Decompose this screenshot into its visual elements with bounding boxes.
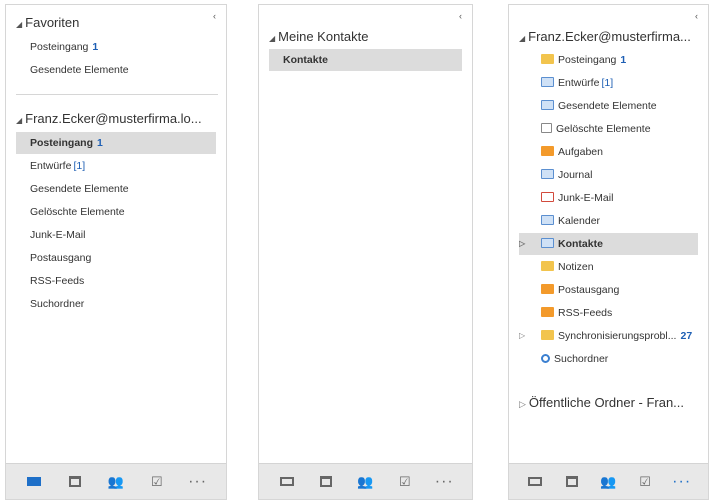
draft-count: [1] bbox=[73, 160, 86, 172]
folder-pane-all-folders: ‹ ◢ Franz.Ecker@musterfirma... Posteingan… bbox=[508, 4, 709, 500]
sent-icon bbox=[541, 100, 554, 110]
module-navigation-bar: 👥 ☑ ··· bbox=[6, 463, 226, 499]
folder-pane-contacts: ‹ ◢ Meine Kontakte Kontakte 👥 ☑ ··· bbox=[258, 4, 473, 500]
drafts-icon bbox=[541, 77, 554, 87]
expand-arrow-icon[interactable]: ▷ bbox=[519, 325, 525, 347]
favorite-item-inbox[interactable]: Posteingang 1 bbox=[16, 36, 216, 58]
public-folders-header[interactable]: ▷ Öffentliche Ordner - Fran... bbox=[519, 395, 684, 410]
folder-item-outbox[interactable]: Postausgang bbox=[16, 247, 216, 269]
junk-icon bbox=[541, 192, 554, 202]
folder-item-search[interactable]: Suchordner bbox=[16, 293, 216, 315]
collapse-triangle-icon[interactable]: ◢ bbox=[519, 34, 525, 43]
unread-count: 1 bbox=[620, 54, 627, 66]
calendar-icon[interactable] bbox=[315, 471, 337, 493]
search-folder-icon bbox=[541, 354, 550, 363]
notes-icon bbox=[541, 261, 554, 271]
unread-count: 1 bbox=[92, 41, 99, 53]
folder-item-drafts[interactable]: Entwürfe [1] bbox=[519, 72, 698, 94]
more-icon[interactable]: ··· bbox=[671, 471, 693, 493]
folder-item-deleted[interactable]: Gelöschte Elemente bbox=[16, 201, 216, 223]
folder-item-inbox[interactable]: Posteingang 1 bbox=[519, 49, 698, 71]
module-navigation-bar: 👥 ☑ ··· bbox=[259, 463, 472, 499]
more-icon[interactable]: ··· bbox=[433, 471, 455, 493]
folder-item-drafts[interactable]: Entwürfe [1] bbox=[16, 155, 216, 177]
favorite-item-sent[interactable]: Gesendete Elemente bbox=[16, 59, 216, 81]
journal-icon bbox=[541, 169, 554, 179]
collapse-triangle-icon[interactable]: ◢ bbox=[16, 116, 22, 125]
expand-arrow-icon[interactable]: ▷ bbox=[519, 233, 525, 255]
expand-arrow-icon[interactable]: ▷ bbox=[519, 399, 526, 409]
collapse-triangle-icon[interactable]: ◢ bbox=[269, 34, 275, 43]
favorites-header[interactable]: ◢ Favoriten bbox=[16, 15, 79, 30]
collapse-pane-icon[interactable]: ‹ bbox=[695, 11, 698, 21]
module-navigation-bar: 👥 ☑ ··· bbox=[509, 463, 708, 499]
draft-count: [1] bbox=[601, 77, 614, 89]
calendar-icon bbox=[541, 215, 554, 225]
folder-pane-mail: ‹ ◢ Favoriten Posteingang 1 Gesendete Elem… bbox=[5, 4, 227, 500]
rss-icon bbox=[541, 307, 554, 317]
tasks-icon[interactable]: ☑ bbox=[146, 471, 168, 493]
folder-item-sent[interactable]: Gesendete Elemente bbox=[16, 178, 216, 200]
folder-icon bbox=[541, 330, 554, 340]
people-icon[interactable]: 👥 bbox=[354, 471, 376, 493]
calendar-icon[interactable] bbox=[561, 471, 583, 493]
mail-icon[interactable] bbox=[23, 471, 45, 493]
folder-item-contacts[interactable]: ▷ Kontakte bbox=[519, 233, 698, 255]
outbox-icon bbox=[541, 284, 554, 294]
tasks-icon bbox=[541, 146, 554, 156]
folder-item-notes[interactable]: Notizen bbox=[519, 256, 698, 278]
people-icon[interactable]: 👥 bbox=[105, 471, 127, 493]
tasks-icon[interactable]: ☑ bbox=[394, 471, 416, 493]
folder-item-junk[interactable]: Junk-E-Mail bbox=[16, 224, 216, 246]
mail-icon[interactable] bbox=[276, 471, 298, 493]
my-contacts-header[interactable]: ◢ Meine Kontakte bbox=[269, 29, 369, 44]
calendar-icon[interactable] bbox=[64, 471, 86, 493]
divider bbox=[16, 94, 218, 95]
inbox-icon bbox=[541, 54, 554, 64]
folder-item-junk[interactable]: Junk-E-Mail bbox=[519, 187, 698, 209]
folder-item-journal[interactable]: Journal bbox=[519, 164, 698, 186]
mail-icon[interactable] bbox=[524, 471, 546, 493]
account-header[interactable]: ◢ Franz.Ecker@musterfirma.lo... bbox=[16, 111, 202, 126]
folder-item-deleted[interactable]: Gelöschte Elemente bbox=[519, 118, 698, 140]
folder-item-search[interactable]: Suchordner bbox=[519, 348, 698, 370]
people-icon[interactable]: 👥 bbox=[597, 471, 619, 493]
contacts-icon bbox=[541, 238, 554, 248]
trash-icon bbox=[541, 123, 552, 133]
tasks-icon[interactable]: ☑ bbox=[634, 471, 656, 493]
more-icon[interactable]: ··· bbox=[187, 471, 209, 493]
folder-item-inbox[interactable]: Posteingang 1 bbox=[16, 132, 216, 154]
folder-item-calendar[interactable]: Kalender bbox=[519, 210, 698, 232]
account-header[interactable]: ◢ Franz.Ecker@musterfirma... bbox=[519, 29, 691, 44]
collapse-pane-icon[interactable]: ‹ bbox=[459, 11, 462, 21]
folder-item-sent[interactable]: Gesendete Elemente bbox=[519, 95, 698, 117]
folder-item-tasks[interactable]: Aufgaben bbox=[519, 141, 698, 163]
folder-item-sync-issues[interactable]: ▷ Synchronisierungsprobl... 27 bbox=[519, 325, 698, 347]
folder-item-rss[interactable]: RSS-Feeds bbox=[16, 270, 216, 292]
unread-count: 27 bbox=[680, 330, 693, 342]
collapse-triangle-icon[interactable]: ◢ bbox=[16, 20, 22, 29]
folder-item-rss[interactable]: RSS-Feeds bbox=[519, 302, 698, 324]
contacts-folder-item[interactable]: Kontakte bbox=[269, 49, 462, 71]
unread-count: 1 bbox=[97, 137, 103, 149]
collapse-pane-icon[interactable]: ‹ bbox=[213, 11, 216, 21]
folder-item-outbox[interactable]: Postausgang bbox=[519, 279, 698, 301]
